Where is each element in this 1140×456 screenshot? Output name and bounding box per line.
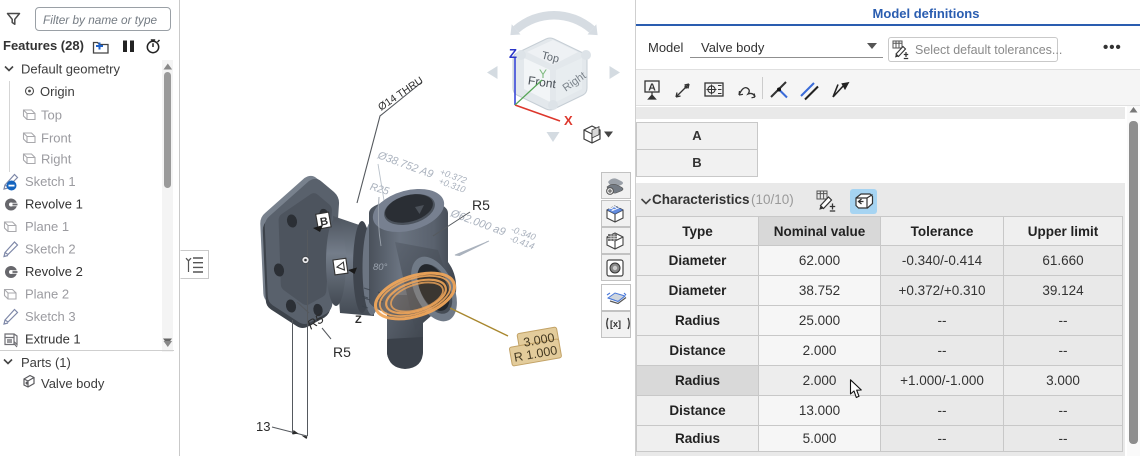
svg-text:R5: R5 xyxy=(333,344,351,360)
svg-text:Plane 2: Plane 2 xyxy=(25,287,69,302)
svg-text:Default geometry: Default geometry xyxy=(21,62,120,77)
svg-text:Ø14 THRU: Ø14 THRU xyxy=(376,75,426,114)
svg-text:Parts (1): Parts (1) xyxy=(21,355,71,370)
svg-text:Plane 1: Plane 1 xyxy=(25,219,69,234)
svg-text:Sketch 3: Sketch 3 xyxy=(25,309,76,324)
svg-text:Sketch 2: Sketch 2 xyxy=(25,242,76,257)
svg-text:R25: R25 xyxy=(369,181,391,198)
svg-text:A: A xyxy=(648,82,656,94)
svg-text:Revolve 2: Revolve 2 xyxy=(25,264,83,279)
svg-text:Ø38.752 A9: Ø38.752 A9 xyxy=(375,149,435,181)
svg-text:Top: Top xyxy=(41,108,62,123)
svg-text:13: 13 xyxy=(256,419,270,434)
svg-text:Z: Z xyxy=(355,314,362,326)
svg-text:Front: Front xyxy=(41,131,72,146)
svg-text:Valve body: Valve body xyxy=(41,376,105,391)
svg-text:R5: R5 xyxy=(472,197,490,213)
svg-text:Extrude 1: Extrude 1 xyxy=(25,332,81,347)
svg-text:Y: Y xyxy=(539,67,547,81)
svg-text:X: X xyxy=(564,113,573,128)
svg-text:Right: Right xyxy=(41,152,72,167)
svg-text:Z: Z xyxy=(509,46,517,61)
svg-text:Sketch 1: Sketch 1 xyxy=(25,174,76,189)
svg-text:[x]: [x] xyxy=(610,319,621,329)
svg-text:Revolve 1: Revolve 1 xyxy=(25,197,83,212)
svg-text:Origin: Origin xyxy=(40,84,75,99)
svg-text:80°: 80° xyxy=(373,262,388,273)
